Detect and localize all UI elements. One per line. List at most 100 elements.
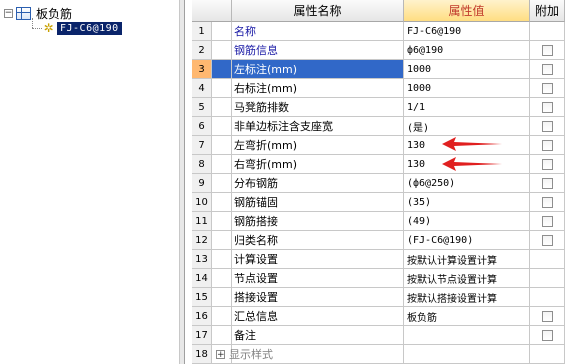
property-value-cell[interactable]: (49): [404, 212, 530, 231]
property-name: 计算设置: [234, 253, 278, 266]
extra-checkbox[interactable]: [541, 196, 553, 208]
property-name-cell[interactable]: 归类名称: [232, 231, 404, 250]
property-name-cell[interactable]: 名称: [232, 22, 404, 41]
row-expander-cell: [212, 79, 232, 98]
property-name-cell[interactable]: 汇总信息: [232, 307, 404, 326]
property-name: 分布钢筋: [234, 177, 278, 190]
property-value-cell[interactable]: ф6@190: [404, 41, 530, 60]
header-property-value[interactable]: 属性值: [404, 0, 530, 22]
extra-cell: [530, 345, 565, 364]
property-name-cell[interactable]: 搭接设置: [232, 288, 404, 307]
property-name-cell[interactable]: 右标注(mm): [232, 79, 404, 98]
extra-checkbox[interactable]: [541, 139, 553, 151]
extra-checkbox[interactable]: [541, 177, 553, 189]
property-name-cell[interactable]: + 显示样式: [214, 345, 404, 364]
extra-checkbox[interactable]: [541, 82, 553, 94]
property-value-cell[interactable]: (35): [404, 193, 530, 212]
expand-icon[interactable]: +: [216, 349, 225, 359]
property-value-cell[interactable]: 130: [404, 136, 530, 155]
extra-checkbox[interactable]: [541, 44, 553, 56]
property-value-cell[interactable]: 按默认节点设置计算: [404, 269, 530, 288]
table-row[interactable]: 5 马凳筋排数 1/1: [192, 98, 565, 117]
table-row[interactable]: 4 右标注(mm) 1000: [192, 79, 565, 98]
extra-cell: [530, 288, 565, 307]
property-value-cell[interactable]: [404, 345, 530, 364]
property-name-cell[interactable]: 分布钢筋: [232, 174, 404, 193]
property-name: 右弯折(mm): [234, 158, 298, 171]
row-expander-cell: [212, 307, 232, 326]
extra-checkbox[interactable]: [541, 63, 553, 75]
row-number: 11: [192, 212, 212, 231]
table-row[interactable]: 13 计算设置 按默认计算设置计算: [192, 250, 565, 269]
property-name: 节点设置: [234, 272, 278, 285]
row-number: 7: [192, 136, 212, 155]
row-number: 1: [192, 22, 212, 41]
table-row[interactable]: 11 钢筋搭接 (49): [192, 212, 565, 231]
extra-checkbox[interactable]: [541, 234, 553, 246]
property-name-cell[interactable]: 左标注(mm): [232, 60, 404, 79]
property-value-cell[interactable]: 按默认计算设置计算: [404, 250, 530, 269]
property-name-cell[interactable]: 钢筋锚固: [232, 193, 404, 212]
property-name: 搭接设置: [234, 291, 278, 304]
row-expander-cell: [212, 41, 232, 60]
property-value-cell[interactable]: (FJ-C6@190): [404, 231, 530, 250]
property-value-cell[interactable]: (是): [404, 117, 530, 136]
table-row[interactable]: 14 节点设置 按默认节点设置计算: [192, 269, 565, 288]
property-name: 非单边标注含支座宽: [234, 120, 333, 133]
row-expander-cell: [212, 212, 232, 231]
property-value-cell[interactable]: [404, 326, 530, 345]
tree-item-selected[interactable]: ✲ FJ-C6@190: [42, 21, 122, 36]
property-value-cell[interactable]: 1000: [404, 60, 530, 79]
table-row[interactable]: 6 非单边标注含支座宽 (是): [192, 117, 565, 136]
table-row[interactable]: 8 右弯折(mm) 130: [192, 155, 565, 174]
table-row[interactable]: 7 左弯折(mm) 130: [192, 136, 565, 155]
extra-checkbox[interactable]: [541, 120, 553, 132]
property-value-cell[interactable]: 1/1: [404, 98, 530, 117]
property-value-cell[interactable]: 按默认搭接设置计算: [404, 288, 530, 307]
collapse-icon[interactable]: −: [4, 8, 13, 18]
property-name-cell[interactable]: 马凳筋排数: [232, 98, 404, 117]
table-row[interactable]: 12 归类名称 (FJ-C6@190): [192, 231, 565, 250]
table-row[interactable]: 10 钢筋锚固 (35): [192, 193, 565, 212]
table-row[interactable]: 16 汇总信息 板负筋: [192, 307, 565, 326]
property-name-cell[interactable]: 非单边标注含支座宽: [232, 117, 404, 136]
property-name-cell[interactable]: 备注: [232, 326, 404, 345]
extra-cell: [530, 98, 565, 117]
header-extra[interactable]: 附加: [530, 0, 565, 22]
extra-checkbox[interactable]: [541, 158, 553, 170]
property-name-cell[interactable]: 左弯折(mm): [232, 136, 404, 155]
property-name-cell[interactable]: 钢筋信息: [232, 41, 404, 60]
property-value-cell[interactable]: 1000: [404, 79, 530, 98]
table-row[interactable]: 2 钢筋信息 ф6@190: [192, 41, 565, 60]
extra-checkbox[interactable]: [541, 329, 553, 341]
extra-checkbox[interactable]: [541, 215, 553, 227]
tree-root-node[interactable]: − 板负筋: [4, 4, 72, 22]
extra-cell: [530, 250, 565, 269]
property-value-cell[interactable]: 130: [404, 155, 530, 174]
property-name-cell[interactable]: 节点设置: [232, 269, 404, 288]
panel-splitter[interactable]: [179, 0, 184, 364]
table-row[interactable]: 1 名称 FJ-C6@190: [192, 22, 565, 41]
row-expander-cell: [212, 231, 232, 250]
table-row[interactable]: 9 分布钢筋 (ф6@250): [192, 174, 565, 193]
property-name-cell[interactable]: 右弯折(mm): [232, 155, 404, 174]
table-row[interactable]: 3 左标注(mm) 1000: [192, 60, 565, 79]
row-number: 9: [192, 174, 212, 193]
property-name-cell[interactable]: 计算设置: [232, 250, 404, 269]
extra-checkbox[interactable]: [541, 310, 553, 322]
property-value-cell[interactable]: FJ-C6@190: [404, 22, 530, 41]
row-number: 4: [192, 79, 212, 98]
row-number: 15: [192, 288, 212, 307]
row-number: 12: [192, 231, 212, 250]
table-row[interactable]: 18 + 显示样式: [192, 345, 565, 364]
extra-cell: [530, 22, 565, 41]
row-expander-cell: [212, 193, 232, 212]
property-value-cell[interactable]: (ф6@250): [404, 174, 530, 193]
property-name-cell[interactable]: 钢筋搭接: [232, 212, 404, 231]
header-property-name[interactable]: 属性名称: [232, 0, 404, 22]
table-row[interactable]: 15 搭接设置 按默认搭接设置计算: [192, 288, 565, 307]
property-value-cell[interactable]: 板负筋: [404, 307, 530, 326]
table-row[interactable]: 17 备注: [192, 326, 565, 345]
extra-cell: [530, 41, 565, 60]
extra-checkbox[interactable]: [541, 101, 553, 113]
